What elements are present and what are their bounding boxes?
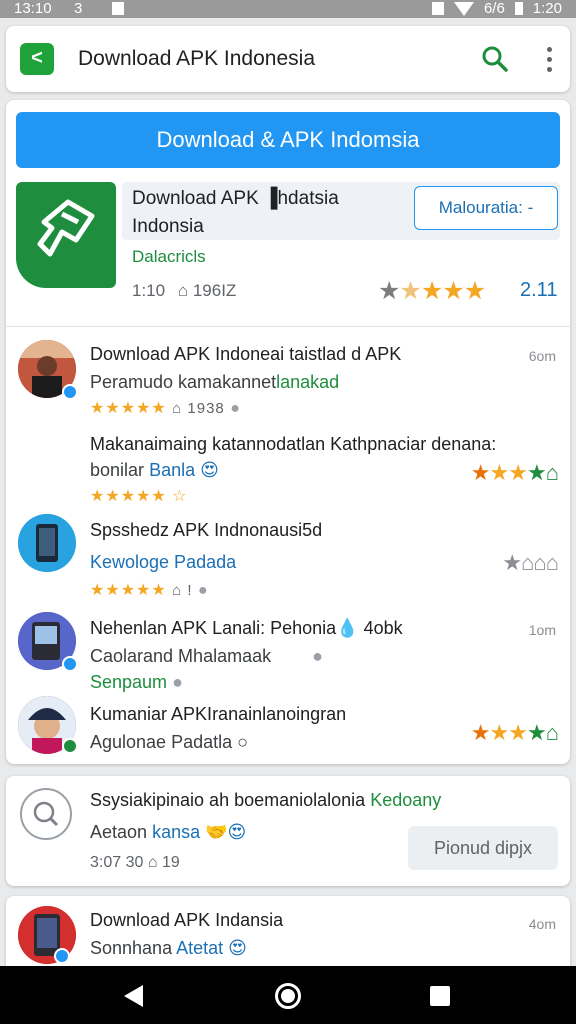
app-title: Download APK Indonesia xyxy=(78,47,315,70)
main-card: Download & APK Indomsia Download APK ▐hd… xyxy=(6,100,570,764)
item-time: 4om xyxy=(528,916,556,932)
download-banner-button[interactable]: Download & APK Indomsia xyxy=(16,112,560,168)
nav-home-icon[interactable] xyxy=(275,983,301,1009)
list-item[interactable]: Makanaimaing katannodatlan Kathpnaciar d… xyxy=(6,430,570,510)
app-bar: < Download APK Indonesia xyxy=(6,26,570,92)
item-rating-icons: ★⌂⌂⌂ xyxy=(502,550,559,575)
card-subtitle-accent: kansa 🤝😍 xyxy=(152,822,247,842)
search-result-card[interactable]: Ssysiakipinaio ah boemaniolalonia Kedoan… xyxy=(6,776,570,886)
status-time-right: 1:20 xyxy=(532,0,562,17)
item-stars: ★★★★★ ⌂ ! ● xyxy=(90,580,209,600)
item-subtitle-accent: Banla 😍 xyxy=(149,460,219,480)
item-title: Spsshedz APK Indnonausi5d xyxy=(90,520,323,540)
item-subtitle-text: Peramudo kamakannet xyxy=(90,372,277,392)
card-action-button[interactable]: Pionud dipjx xyxy=(408,826,558,870)
item-developer-text: Senpaum xyxy=(90,672,168,692)
item-subtitle: Sonnhana Atetat 😍 xyxy=(90,938,247,959)
notification-icon xyxy=(112,2,124,15)
star-icon: ★ xyxy=(399,277,421,305)
hero-rating-stars: ★★★★★ xyxy=(378,276,486,306)
star-icon: ★ xyxy=(378,277,400,305)
back-arrow-icon[interactable]: < xyxy=(20,43,54,75)
item-subtitle-text: Caolarand Mhalamaak xyxy=(90,646,272,666)
nav-recents-icon[interactable] xyxy=(430,986,450,1006)
item-rating-stars: ★★★★⌂ xyxy=(470,460,559,485)
status-time-left: 13:10 xyxy=(14,0,52,17)
item-rating-stars: ★★★★⌂ xyxy=(470,720,559,745)
item-subtitle: Kewologe Padada xyxy=(90,552,236,573)
item-star-rating: ★★★★★ xyxy=(90,582,167,599)
item-meta: ⌂ 1938 xyxy=(172,400,225,417)
search-icon[interactable] xyxy=(480,44,510,74)
more-vert-icon[interactable] xyxy=(544,44,554,74)
item-title: Nehenlan APK Lanali: Pehonia💧 4obk xyxy=(90,618,403,638)
item-title: Download APK Indoneai taistlad d APK xyxy=(90,344,402,364)
item-meta: ⌂ ! xyxy=(172,582,193,599)
hero-meta-time: 1:10 xyxy=(132,281,166,300)
item-title: Download APK Indansia xyxy=(90,910,284,930)
card-meta: 3:07 30 ⌂ 19 xyxy=(90,854,180,871)
item-subtitle-accent: Atetat 😍 xyxy=(176,938,247,958)
hero-app-subtitle: Indonsia xyxy=(132,216,204,237)
card-title-accent: Kedoany xyxy=(370,790,442,810)
verified-badge-icon xyxy=(62,384,78,400)
item-subtitle: bonilar Banla 😍 xyxy=(90,460,219,481)
wifi-icon xyxy=(453,1,474,16)
hero-developer[interactable]: Dalacricls xyxy=(132,247,206,267)
status-indicator: 3 xyxy=(74,0,83,17)
battery-icon xyxy=(514,2,523,15)
item-title: Makanaimaing katannodatlan Kathpnaciar d… xyxy=(90,434,497,454)
star-icon: ★ xyxy=(463,277,486,305)
divider xyxy=(6,326,570,327)
search-icon xyxy=(20,788,72,840)
item-star-rating: ★★★★★ xyxy=(90,400,167,417)
item-stars: ★★★★★ ⌂ 1938 ● xyxy=(90,398,241,418)
list-item[interactable]: Download APK Indoneai taistlad d APK Per… xyxy=(6,338,570,420)
app-logo-icon xyxy=(16,182,116,288)
check-circle-icon: ● xyxy=(312,646,323,666)
card-title: Ssysiakipinaio ah boemaniolalonia Kedoan… xyxy=(90,790,441,811)
avatar xyxy=(18,514,76,572)
item-subtitle: Caolarand Mhalamaak ● xyxy=(90,646,323,667)
hero-rating-value: 2.11 xyxy=(520,279,558,301)
nav-back-icon[interactable] xyxy=(124,985,143,1007)
list-item[interactable]: Kumaniar APKIranainlanoingran Agulonae P… xyxy=(6,694,570,760)
item-time: 6om xyxy=(528,348,556,364)
package-icon: ⌂ xyxy=(177,281,189,300)
verified-badge-icon xyxy=(62,656,78,672)
list-item[interactable]: Nehenlan APK Lanali: Pehonia💧 4obk Caola… xyxy=(6,608,570,694)
verified-badge-icon xyxy=(54,948,70,964)
hero-action-button[interactable]: Malouratia: - xyxy=(414,186,558,230)
item-stars: ★★★★★ ☆ xyxy=(90,488,188,505)
card-title-text: Ssysiakipinaio ah boemaniolalonia xyxy=(90,790,366,810)
card-subtitle-text: Aetaon xyxy=(90,822,148,842)
check-circle-icon: ● xyxy=(198,582,209,599)
item-subtitle-accent: Kewologe Padada xyxy=(90,552,237,572)
star-icon: ★ xyxy=(420,277,443,305)
item-subtitle: Peramudo kamakannetlanakad xyxy=(90,372,339,393)
vibrate-icon xyxy=(431,2,444,15)
item-subtitle-text: bonilar xyxy=(90,460,145,480)
item-subtitle: Agulonae Padatla ○ xyxy=(90,732,248,752)
list-item[interactable]: Spsshedz APK Indnonausi5d Kewologe Padad… xyxy=(6,510,570,600)
hero-app-title[interactable]: Download APK ▐hdatsia xyxy=(132,188,339,210)
status-battery: 6/6 xyxy=(483,0,505,17)
hero-meta: 1:10 ⌂ 196IZ xyxy=(132,281,236,301)
item-title: Kumaniar APKIranainlanoingran xyxy=(90,704,347,724)
item-subtitle-text: Sonnhana xyxy=(90,938,173,958)
bottom-card[interactable]: Download APK Indansia Sonnhana Atetat 😍 … xyxy=(6,896,570,976)
hero-meta-size: 196IZ xyxy=(192,281,237,300)
check-circle-icon: ● xyxy=(172,672,183,692)
star-icon: ★ xyxy=(442,277,464,305)
check-circle-icon: ● xyxy=(230,400,241,417)
card-subtitle: Aetaon kansa 🤝😍 xyxy=(90,822,246,843)
item-subtitle-accent: lanakad xyxy=(276,372,340,392)
verified-badge-icon xyxy=(62,738,78,754)
item-time: 1om xyxy=(528,622,556,638)
status-bar: 13:10 3 6/6 1:20 xyxy=(0,0,576,18)
system-nav-bar xyxy=(0,966,576,1024)
item-developer: Senpaum ● xyxy=(90,672,183,693)
